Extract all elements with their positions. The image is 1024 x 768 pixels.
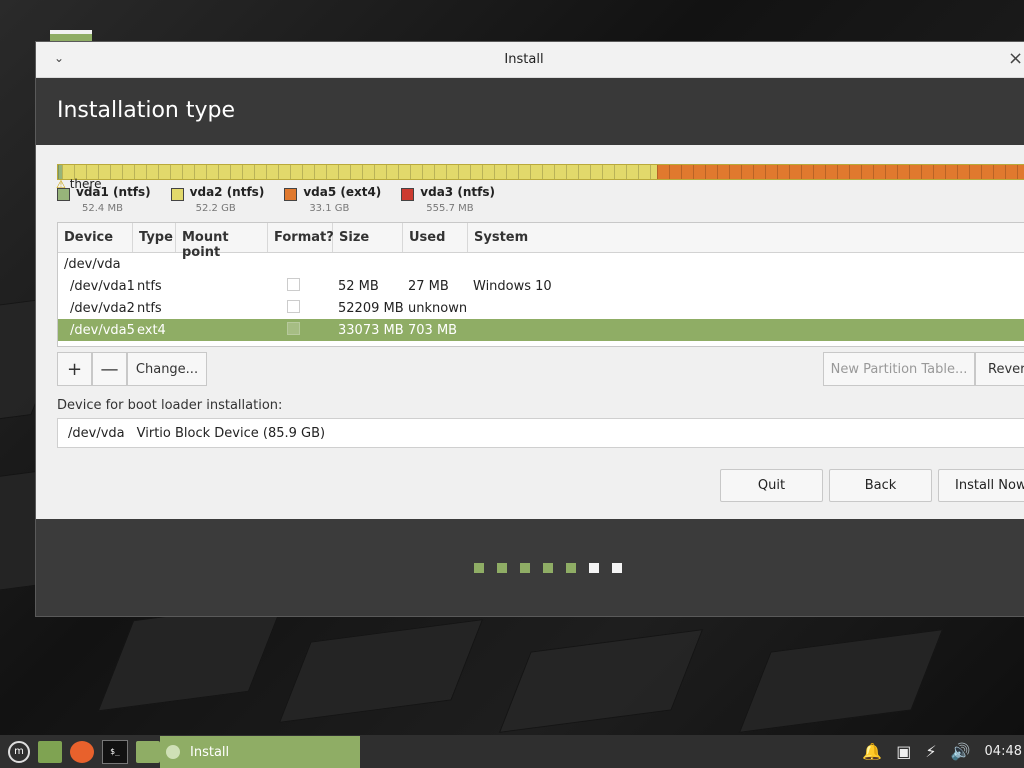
legend-item-vda3: vda3 (ntfs) 555.7 MB <box>401 185 495 214</box>
table-row-selected[interactable]: /dev/vda5 ext4 33073 MB 703 MB <box>58 319 1024 341</box>
col-header-system[interactable]: System <box>468 223 1024 252</box>
legend-item-vda2: vda2 (ntfs) 52.2 GB <box>170 185 265 214</box>
change-partition-button[interactable]: Change... <box>127 352 207 386</box>
cell-type: ntfs <box>137 300 162 316</box>
main-content: vda1 (ntfs) 52.4 MB vda2 (ntfs) 52.2 GB … <box>36 145 1024 519</box>
terminal-icon[interactable]: $_ <box>102 739 128 764</box>
tooltip-warning: ⚠ there <box>56 177 101 191</box>
step-dot-done <box>543 563 553 573</box>
col-header-mount[interactable]: Mount point <box>176 223 268 260</box>
legend-swatch <box>284 188 298 201</box>
cell-device: /dev/vda1 <box>70 278 135 294</box>
taskbar: m $_ Install 🔔 ▣ ⚡ 🔊 04:48 <box>0 735 1024 768</box>
quit-button[interactable]: Quit <box>720 469 823 502</box>
cell-type: ntfs <box>137 278 162 294</box>
table-row[interactable]: /dev/vda2 ntfs 52209 MB unknown <box>58 297 1024 319</box>
workspace-icon[interactable]: ▣ <box>896 742 911 761</box>
warning-icon: ⚠ <box>56 178 66 191</box>
warning-text: there <box>69 177 102 191</box>
page-header: Installation type <box>36 78 1024 145</box>
files-folder-icon[interactable] <box>136 740 160 763</box>
legend-name: vda5 (ext4) <box>303 185 382 199</box>
bootloader-description: Virtio Block Device (85.9 GB) <box>136 425 326 441</box>
taskbar-window-label: Install <box>190 744 230 760</box>
bootloader-device: /dev/vda <box>68 425 125 441</box>
volume-icon[interactable]: 🔊 <box>951 742 971 761</box>
window-title: Install <box>504 52 544 67</box>
cell-device: /dev/vda2 <box>70 300 135 316</box>
cell-size: 33073 MB <box>338 322 404 338</box>
cell-used: unknown <box>408 300 468 316</box>
table-row-disk[interactable]: /dev/vda <box>58 253 1024 275</box>
bootloader-label: Device for boot loader installation: <box>57 398 283 413</box>
taskbar-window-install[interactable]: Install <box>160 736 360 768</box>
legend-size: 52.2 GB <box>195 203 236 214</box>
clock[interactable]: 04:48 <box>985 744 1022 759</box>
cell-used: 27 MB <box>408 278 449 294</box>
partition-table[interactable]: Device Type Mount point Format? Size Use… <box>57 222 1024 347</box>
partition-segment-vda5 <box>657 165 1024 179</box>
cell-type: ext4 <box>137 322 166 338</box>
legend-name: vda3 (ntfs) <box>420 185 495 199</box>
progress-footer <box>36 519 1024 616</box>
step-dot-done <box>497 563 507 573</box>
step-indicator <box>474 563 635 573</box>
col-header-used[interactable]: Used <box>403 223 468 252</box>
legend-swatch <box>401 188 415 201</box>
back-button[interactable]: Back <box>829 469 932 502</box>
bootloader-device-select[interactable]: /dev/vda Virtio Block Device (85.9 GB) ▼ <box>57 418 1024 448</box>
legend-size: 555.7 MB <box>426 203 474 214</box>
partition-segment-vda2 <box>62 165 657 179</box>
remove-partition-button[interactable]: — <box>92 352 127 386</box>
col-header-device[interactable]: Device <box>58 223 133 252</box>
legend-size: 33.1 GB <box>309 203 350 214</box>
col-header-type[interactable]: Type <box>133 223 176 252</box>
partition-usage-bar <box>57 164 1024 180</box>
legend-item-vda5: vda5 (ext4) 33.1 GB <box>284 185 381 214</box>
partition-legend: vda1 (ntfs) 52.4 MB vda2 (ntfs) 52.2 GB … <box>57 185 515 214</box>
step-dot-done <box>474 563 484 573</box>
step-dot-todo <box>612 563 622 573</box>
revert-button[interactable]: Rever <box>975 352 1024 386</box>
divider <box>64 346 1024 347</box>
table-row-partial <box>58 341 1024 347</box>
new-partition-table-button[interactable]: New Partition Table... <box>823 352 975 386</box>
format-checkbox[interactable] <box>287 299 300 313</box>
install-now-button[interactable]: Install Now <box>938 469 1024 502</box>
firefox-icon[interactable] <box>70 740 94 763</box>
show-desktop-icon[interactable] <box>38 740 62 763</box>
notifications-icon[interactable]: 🔔 <box>862 742 882 761</box>
cell-size: 52 MB <box>338 278 379 294</box>
page-title: Installation type <box>57 98 235 123</box>
add-partition-button[interactable]: + <box>57 352 92 386</box>
installer-icon <box>166 745 180 759</box>
mint-menu-icon[interactable]: m <box>8 740 30 763</box>
partition-toolbar: + — Change... <box>57 352 207 386</box>
power-icon[interactable]: ⚡ <box>925 742 936 761</box>
table-header: Device Type Mount point Format? Size Use… <box>58 223 1024 260</box>
window-titlebar[interactable]: ⌄ Install × <box>36 42 1024 78</box>
format-checkbox[interactable] <box>287 321 300 335</box>
window-close-icon[interactable]: × <box>1008 48 1023 69</box>
table-row[interactable]: /dev/vda1 ntfs 52 MB 27 MB Windows 10 <box>58 275 1024 297</box>
format-checkbox[interactable] <box>287 277 300 291</box>
col-header-format[interactable]: Format? <box>268 223 334 252</box>
disk-name: /dev/vda <box>64 256 121 272</box>
cell-used: 703 MB <box>408 322 458 338</box>
legend-name: vda2 (ntfs) <box>189 185 265 199</box>
cell-system: Windows 10 <box>473 278 552 294</box>
step-dot-done <box>520 563 530 573</box>
cell-size: 52209 MB <box>338 300 404 316</box>
step-dot-todo <box>589 563 599 573</box>
install-window: ⌄ Install × Installation type vda1 (ntfs… <box>35 41 1024 617</box>
legend-size: 52.4 MB <box>82 203 123 214</box>
col-header-size[interactable]: Size <box>333 223 403 252</box>
cell-device: /dev/vda5 <box>70 322 135 338</box>
legend-swatch <box>170 188 184 201</box>
step-dot-done <box>566 563 576 573</box>
system-tray: 🔔 ▣ ⚡ 🔊 04:48 <box>862 735 1024 768</box>
